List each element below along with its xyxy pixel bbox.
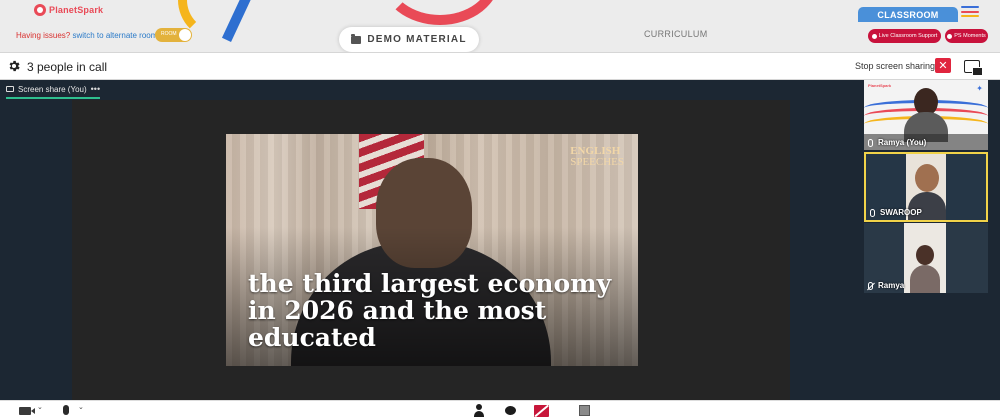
moments-icon (947, 33, 953, 39)
tile-pad-right (946, 154, 986, 220)
participant-tile-self[interactable]: PlanetSpark ✦ Ramya (You) (864, 80, 988, 150)
brand-logo: PlanetSpark (34, 4, 103, 16)
classroom-tab[interactable]: CLASSROOM (858, 7, 958, 22)
call-header: 3 people in call Stop screen sharing ✕ (0, 52, 1000, 80)
planet-logo-icon (34, 4, 46, 16)
bottom-toolbar: ⌄ ⌄ (0, 400, 1000, 419)
alternate-room-toggle[interactable]: ROOM (155, 28, 192, 42)
sparkle-icon: ✦ (976, 84, 983, 93)
alternate-room-link[interactable]: switch to alternate room (72, 31, 157, 40)
screen-share-tab[interactable]: Screen share (You) ••• (6, 84, 101, 99)
toggle-knob (179, 29, 191, 41)
layout-toggle-icon[interactable] (964, 60, 983, 76)
participant-tile-active-speaker[interactable]: SWAROOP (864, 152, 988, 222)
moments-label: PS Moments (954, 33, 986, 39)
video-stage: Screen share (You) ••• ENGLISH SPEECHES … (0, 80, 1000, 400)
support-icon (871, 33, 877, 39)
camera-icon[interactable] (19, 407, 35, 415)
english-speeches-watermark: ENGLISH SPEECHES (570, 146, 624, 168)
gear-icon[interactable] (7, 59, 21, 73)
watermark-line-2: SPEECHES (570, 156, 624, 168)
more-options-icon[interactable]: ••• (91, 84, 100, 94)
participants-icon[interactable] (474, 404, 484, 418)
participant-name: Ramya (878, 281, 905, 290)
issues-prefix: Having issues? (16, 31, 71, 40)
camera-options-chevron-icon[interactable]: ⌄ (37, 403, 43, 411)
stop-sharing-close-button[interactable]: ✕ (935, 58, 951, 73)
participant-face (916, 245, 934, 265)
live-classroom-support-button[interactable]: Live Classroom Support (868, 29, 941, 43)
folder-icon (351, 33, 362, 44)
participant-body (908, 192, 946, 220)
hamburger-menu-icon[interactable] (961, 6, 979, 17)
stop-screen-sharing-label: Stop screen sharing (855, 61, 936, 71)
monitor-icon (6, 86, 14, 92)
ps-moments-button[interactable]: PS Moments (945, 29, 988, 43)
tile-logo: PlanetSpark (868, 83, 892, 88)
decorative-arc-red (380, 0, 500, 25)
participant-body (910, 265, 940, 293)
demo-material-button[interactable]: DEMO MATERIAL (339, 27, 479, 52)
participant-face (915, 164, 939, 192)
microphone-icon[interactable] (63, 405, 69, 415)
video-caption: the third largest economy in 2026 and th… (248, 269, 612, 352)
microphone-off-icon (868, 282, 873, 290)
participant-name: SWAROOP (880, 208, 922, 217)
support-label: Live Classroom Support (878, 33, 938, 39)
alternate-room-notice: Having issues? switch to alternate room (16, 31, 157, 40)
microphone-options-chevron-icon[interactable]: ⌄ (78, 403, 84, 411)
curriculum-tab[interactable]: CURRICULUM (644, 29, 708, 39)
people-in-call-count: 3 people in call (27, 60, 108, 74)
screen-share-label: Screen share (You) (18, 84, 87, 94)
shared-video-frame: ENGLISH SPEECHES the third largest econo… (226, 134, 638, 366)
app-window: PlanetSpark Having issues? switch to alt… (0, 0, 1000, 419)
shared-screen-area: ENGLISH SPEECHES the third largest econo… (72, 100, 790, 400)
participant-tile[interactable]: Ramya (864, 223, 988, 293)
whiteboard-icon[interactable] (579, 405, 590, 416)
microphone-icon (870, 209, 875, 217)
top-bar: PlanetSpark Having issues? switch to alt… (0, 0, 1000, 52)
chat-icon[interactable] (505, 406, 516, 415)
toggle-label: ROOM (161, 31, 177, 37)
logo-text: PlanetSpark (49, 5, 104, 15)
participant-name: Ramya (You) (878, 138, 927, 147)
screen-share-off-icon[interactable] (534, 405, 549, 417)
microphone-icon (868, 139, 873, 147)
demo-material-label: DEMO MATERIAL (367, 34, 467, 45)
